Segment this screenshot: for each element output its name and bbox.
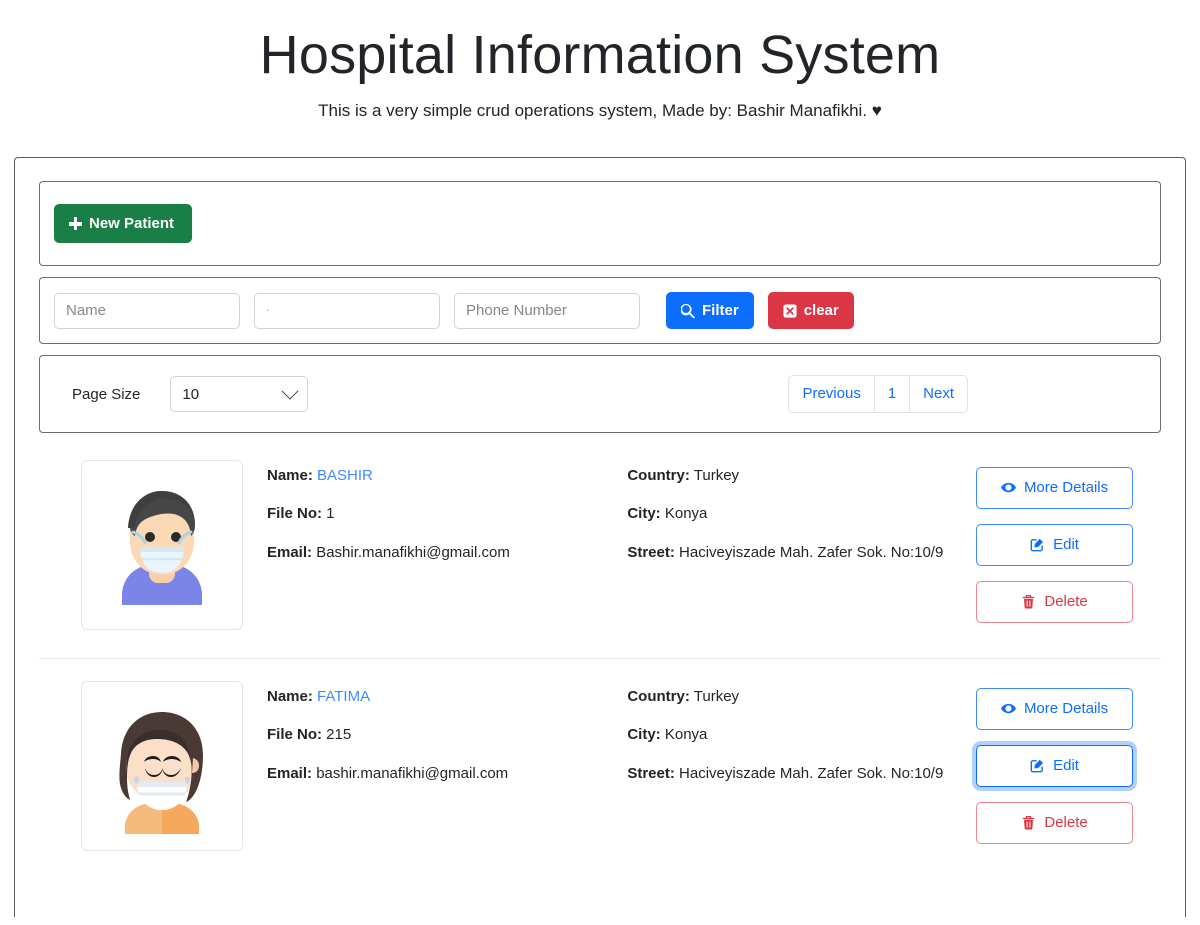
street-label: Street: (627, 543, 675, 561)
more-details-label: More Details (1023, 700, 1109, 718)
more-details-button[interactable]: More Details (976, 466, 1133, 509)
filter-row: Filter clear (54, 292, 1146, 330)
patient-name-field: Name: BASHIR (267, 466, 627, 486)
patient-file-no-field: File No: 1 (267, 504, 627, 524)
patient-street-field: Street: Haciveyiszade Mah. Zafer Sok. No… (627, 543, 976, 563)
patient-street-value: Haciveyiszade Mah. Zafer Sok. No:10/9 (679, 764, 944, 782)
paging-row: Page Size 10 Previous 1 Next (54, 375, 1146, 413)
avatar (81, 459, 243, 630)
clear-button[interactable]: clear (767, 292, 854, 330)
filter-label: Filter (702, 302, 739, 320)
pencil-square-icon (1030, 539, 1044, 552)
email-label: Email: (267, 764, 313, 782)
phone-filter-input[interactable] (454, 292, 640, 329)
pencil-square-icon (1030, 760, 1044, 773)
paging-panel: Page Size 10 Previous 1 Next (39, 355, 1161, 433)
chevron-down-icon (281, 382, 299, 400)
avatar (81, 680, 243, 851)
delete-label: Delete (1044, 593, 1088, 611)
patient-file-no-value: 215 (326, 726, 352, 744)
file-no-label: File No: (267, 505, 322, 523)
delete-button[interactable]: Delete (976, 801, 1133, 844)
city-label: City: (627, 726, 661, 744)
pagination-page-1[interactable]: 1 (874, 375, 911, 413)
country-label: Country: (627, 687, 690, 705)
delete-label: Delete (1044, 814, 1088, 832)
street-label: Street: (627, 764, 675, 782)
file-no-label: File No: (267, 726, 322, 744)
patient-email-value: bashir.manafikhi@gmail.com (316, 764, 509, 782)
patient-name-value[interactable]: FATIMA (317, 688, 370, 705)
page-title: Hospital Information System (259, 25, 941, 85)
plus-icon (69, 217, 82, 231)
name-label: Name: (267, 687, 313, 705)
male-masked-avatar-icon (122, 490, 202, 605)
patient-actions: More Details Edit Delete (976, 460, 1133, 623)
patient-street-field: Street: Haciveyiszade Mah. Zafer Sok. No… (627, 764, 976, 784)
page-size-label: Page Size (72, 385, 141, 403)
patient-city-value: Konya (664, 505, 708, 523)
name-filter-input[interactable] (54, 292, 240, 329)
patient-row: Name: BASHIR File No: 1 Email: Bashir.ma… (39, 444, 1161, 658)
patient-primary-info: Name: BASHIR File No: 1 Email: Bashir.ma… (267, 460, 627, 563)
trash-icon (1023, 595, 1035, 609)
patient-name-value[interactable]: BASHIR (317, 467, 373, 484)
search-icon (681, 303, 695, 318)
heart-icon: ♥ (871, 101, 882, 121)
eye-icon (1000, 704, 1016, 714)
eye-icon (1000, 483, 1016, 493)
page-subtitle: This is a very simple crud operations sy… (0, 101, 1200, 121)
main-container: New Patient Filter clear P (14, 157, 1186, 918)
patient-email-field: Email: Bashir.manafikhi@gmail.com (267, 543, 627, 563)
patient-file-no-field: File No: 215 (267, 725, 627, 745)
new-patient-panel: New Patient (39, 181, 1161, 267)
patient-name-field: Name: FATIMA (267, 687, 627, 707)
patient-address-info: Country: Turkey City: Konya Street: Haci… (627, 460, 976, 563)
patient-country-field: Country: Turkey (627, 687, 976, 707)
new-patient-label: New Patient (89, 215, 175, 233)
name-label: Name: (267, 466, 313, 484)
edit-button[interactable]: Edit (976, 744, 1133, 787)
pagination: Previous 1 Next (788, 375, 968, 413)
patient-street-value: Haciveyiszade Mah. Zafer Sok. No:10/9 (679, 543, 944, 561)
page-header: Hospital Information System This is a ve… (0, 0, 1200, 121)
clear-label: clear (803, 302, 839, 320)
filter-button[interactable]: Filter (666, 292, 754, 330)
patient-address-info: Country: Turkey City: Konya Street: Haci… (627, 681, 976, 784)
female-masked-avatar-icon (119, 711, 203, 834)
page-size-value: 10 (182, 385, 200, 403)
patient-file-no-value: 1 (326, 505, 335, 523)
patient-city-value: Konya (664, 726, 708, 744)
trash-icon (1023, 816, 1035, 830)
pagination-previous[interactable]: Previous (788, 375, 875, 413)
pagination-next[interactable]: Next (910, 375, 968, 413)
more-details-button[interactable]: More Details (976, 687, 1133, 730)
edit-label: Edit (1053, 536, 1079, 554)
secondary-filter-input[interactable] (254, 292, 440, 329)
subtitle-text: This is a very simple crud operations sy… (318, 101, 868, 121)
patient-city-field: City: Konya (627, 725, 976, 745)
filter-panel: Filter clear (39, 277, 1161, 345)
email-label: Email: (267, 543, 313, 561)
patient-city-field: City: Konya (627, 504, 976, 524)
edit-button[interactable]: Edit (976, 523, 1133, 566)
delete-button[interactable]: Delete (976, 580, 1133, 623)
patient-row: Name: FATIMA File No: 215 Email: bashir.… (39, 657, 1161, 879)
patient-email-field: Email: bashir.manafikhi@gmail.com (267, 764, 627, 784)
patient-actions: More Details Edit Delete (976, 681, 1133, 844)
page-size-select[interactable]: 10 (170, 376, 309, 413)
patient-list: Name: BASHIR File No: 1 Email: Bashir.ma… (26, 444, 1174, 879)
edit-label: Edit (1053, 757, 1079, 775)
x-square-icon (783, 304, 797, 318)
patient-country-field: Country: Turkey (627, 466, 976, 486)
new-patient-button[interactable]: New Patient (54, 204, 193, 244)
more-details-label: More Details (1023, 479, 1109, 497)
patient-email-value: Bashir.manafikhi@gmail.com (316, 543, 510, 561)
patient-country-value: Turkey (693, 466, 740, 484)
city-label: City: (627, 505, 661, 523)
patient-primary-info: Name: FATIMA File No: 215 Email: bashir.… (267, 681, 627, 784)
patient-country-value: Turkey (693, 687, 740, 705)
country-label: Country: (627, 466, 690, 484)
